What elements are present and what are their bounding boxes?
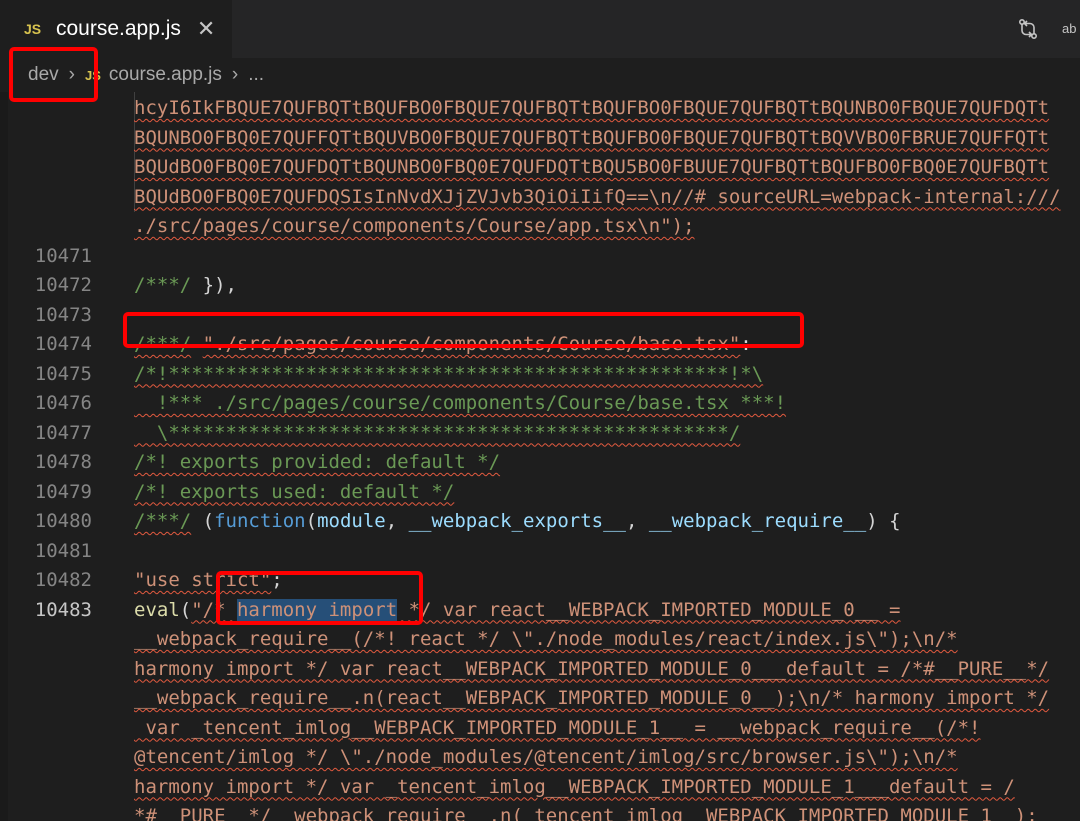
code-line[interactable]: BQUNBO0FBQ0E7QUFFQTtBQUVBO0FBQUE7QUFBQTt…	[0, 124, 1080, 154]
code-text: \***************************************…	[134, 421, 741, 444]
code-text: /***/ }),	[134, 274, 237, 296]
breadcrumb-symbol[interactable]: ...	[248, 64, 264, 86]
code-text: harmony import */ var _tencent_imlog__WE…	[134, 775, 1015, 798]
code-line[interactable]: var _tencent_imlog__WEBPACK_IMPORTED_MOD…	[0, 714, 1080, 744]
line-number: 10481	[34, 539, 92, 562]
code-line[interactable]: ./src/pages/course/components/Course/app…	[0, 212, 1080, 242]
line-number: 10477	[34, 421, 92, 444]
code-line[interactable]: 10476 !*** ./src/pages/course/components…	[0, 389, 1080, 419]
code-text: /*!*************************************…	[134, 362, 764, 385]
line-number: 10472	[34, 274, 92, 296]
code-line[interactable]: 10479 /*! exports used: default */	[0, 478, 1080, 508]
code-line[interactable]: 10477 \*********************************…	[0, 419, 1080, 449]
breadcrumb: dev › JS course.app.js › ...	[0, 58, 1080, 92]
code-line[interactable]: harmony import */ var react__WEBPACK_IMP…	[0, 655, 1080, 685]
chevron-right-icon: ›	[68, 64, 75, 85]
code-text: BQUNBO0FBQ0E7QUFFQTtBQUVBO0FBQUE7QUFBQTt…	[134, 126, 1050, 149]
code-line[interactable]: 10475 /*!********************************…	[0, 360, 1080, 390]
code-text: hcyI6IkFBQUE7QUFBQTtBQUFBO0FBQUE7QUFBQTt…	[134, 97, 1050, 119]
code-text: /***/ (function(module, __webpack_export…	[134, 510, 901, 532]
code-line[interactable]: *#__PURE__*/__webpack_require__.n(_tence…	[0, 802, 1080, 821]
code-text: @tencent/imlog */ \"./node_modules/@tenc…	[134, 746, 958, 768]
code-text: /*! exports used: default */	[134, 480, 455, 503]
chevron-right-icon: ›	[231, 64, 239, 85]
code-line[interactable]: hcyI6IkFBQUE7QUFBQTtBQUFBO0FBQUE7QUFBQTt…	[0, 94, 1080, 124]
tab-title: course.app.js	[56, 17, 181, 40]
code-line[interactable]: @tencent/imlog */ \"./node_modules/@tenc…	[0, 743, 1080, 773]
code-editor[interactable]: hcyI6IkFBQUE7QUFBQTtBQUFBO0FBQUE7QUFBQTt…	[0, 92, 1080, 821]
ab-icon[interactable]: ab	[1062, 23, 1080, 35]
line-number: 10474	[34, 333, 92, 355]
code-text: BQUdBO0FBQ0E7QUFDQTtBQUNBO0FBQ0E7QUFDQTt…	[134, 156, 1050, 178]
code-text: var _tencent_imlog__WEBPACK_IMPORTED_MOD…	[134, 716, 981, 739]
code-text: __webpack_require__.n(react__WEBPACK_IMP…	[134, 687, 1050, 709]
code-text: ./src/pages/course/components/Course/app…	[134, 215, 695, 237]
editor-actions: ab	[1016, 0, 1080, 58]
line-number: 10476	[34, 392, 92, 414]
code-line[interactable]: __webpack_require__(/*! react */ \"./nod…	[0, 625, 1080, 655]
breadcrumb-folder-dev[interactable]: dev	[28, 64, 59, 86]
line-number: 10482	[34, 569, 92, 591]
code-line[interactable]: 10482 "use strict";	[0, 566, 1080, 596]
line-number: 10473	[34, 303, 92, 326]
tab-bar: JS course.app.js ✕ ab	[0, 0, 1080, 58]
code-text: /***/ "./src/pages/course/components/Cou…	[134, 333, 752, 355]
js-file-icon: JS	[84, 67, 101, 83]
line-number: 10480	[34, 510, 92, 532]
code-line[interactable]: 10472 /***/ }),	[0, 271, 1080, 301]
code-line[interactable]: 10480 /***/ (function(module, __webpack_e…	[0, 507, 1080, 537]
code-text: "use strict";	[134, 569, 283, 591]
line-number: 10478	[34, 451, 92, 473]
line-number: 10475	[34, 362, 92, 385]
code-line[interactable]: 10473	[0, 301, 1080, 331]
code-line[interactable]: harmony import */ var _tencent_imlog__WE…	[0, 773, 1080, 803]
code-text: eval("/* harmony import */ var react__WE…	[134, 598, 901, 621]
git-compare-icon[interactable]	[1016, 17, 1040, 41]
code-text: __webpack_require__(/*! react */ \"./nod…	[134, 628, 958, 650]
line-number: 10479	[34, 480, 92, 503]
code-line[interactable]: BQUdBO0FBQ0E7QUFDQTtBQUNBO0FBQ0E7QUFDQTt…	[0, 153, 1080, 183]
breadcrumb-file[interactable]: course.app.js	[109, 64, 222, 86]
js-file-icon: JS	[24, 21, 42, 37]
tab-course-app-js[interactable]: JS course.app.js ✕	[0, 0, 232, 58]
close-icon[interactable]: ✕	[197, 16, 215, 42]
code-text: BQUdBO0FBQ0E7QUFDQSIsInNvdXJjZVJvb3QiOiI…	[134, 185, 1061, 208]
code-line[interactable]: 10478 /*! exports provided: default */	[0, 448, 1080, 478]
code-text: *#__PURE__*/__webpack_require__.n(_tence…	[134, 805, 1038, 821]
code-line[interactable]: __webpack_require__.n(react__WEBPACK_IMP…	[0, 684, 1080, 714]
code-line[interactable]: BQUdBO0FBQ0E7QUFDQSIsInNvdXJjZVJvb3QiOiI…	[0, 183, 1080, 213]
line-number: 10471	[34, 244, 92, 267]
code-line[interactable]: 10471	[0, 242, 1080, 272]
code-text: harmony import */ var react__WEBPACK_IMP…	[134, 657, 1050, 680]
code-line[interactable]: 10483 eval("/* harmony import */ var reac…	[0, 596, 1080, 626]
code-line[interactable]: 10481	[0, 537, 1080, 567]
line-number: 10483	[34, 598, 92, 621]
code-text: !*** ./src/pages/course/components/Cours…	[134, 392, 787, 414]
code-text: /*! exports provided: default */	[134, 451, 501, 473]
code-line[interactable]: 10474 /***/ "./src/pages/course/component…	[0, 330, 1080, 360]
